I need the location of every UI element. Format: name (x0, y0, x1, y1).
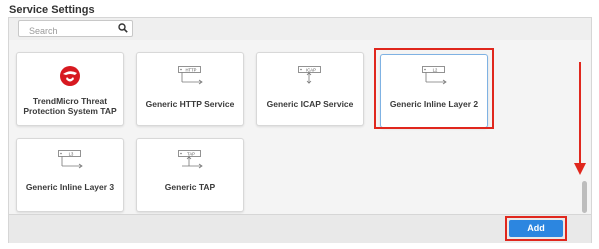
http-service-icon: HTTP (178, 66, 203, 85)
tile-generic-icap-service[interactable]: ICAP Generic ICAP Service (256, 52, 364, 126)
tile-label: TrendMicro Threat Protection System TAP (23, 96, 117, 116)
tile-generic-inline-layer-3[interactable]: L3 Generic Inline Layer 3 (16, 138, 124, 212)
svg-text:HTTP: HTTP (186, 67, 197, 72)
tile-label: Generic Inline Layer 3 (25, 182, 115, 192)
tile-trendmicro-tps-tap[interactable]: TrendMicro Threat Protection System TAP (16, 52, 124, 126)
tile-label: Generic HTTP Service (145, 99, 235, 109)
tile-generic-tap[interactable]: TAP Generic TAP (136, 138, 244, 212)
scroll-hint-arrow-icon (574, 163, 586, 175)
section-title: Service Settings (9, 4, 95, 16)
add-button[interactable]: Add (509, 220, 563, 237)
scroll-hint-arrow-line (579, 62, 581, 165)
scrollbar-thumb[interactable] (582, 181, 587, 213)
dialog-footer (9, 214, 591, 243)
svg-text:ICAP: ICAP (306, 67, 316, 72)
search-box[interactable] (18, 20, 133, 39)
search-icon[interactable] (118, 23, 128, 33)
svg-text:L3: L3 (69, 151, 74, 156)
svg-text:TAP: TAP (187, 151, 195, 156)
inline-layer3-icon: L3 (58, 150, 83, 169)
icap-service-icon: ICAP (298, 66, 321, 84)
tile-label: Generic TAP (164, 182, 216, 192)
trendmicro-logo-icon (60, 66, 80, 86)
selection-highlight-box (374, 48, 494, 129)
tile-generic-http-service[interactable]: HTTP Generic HTTP Service (136, 52, 244, 126)
tile-label: Generic ICAP Service (266, 99, 354, 109)
tap-icon: TAP (178, 150, 203, 169)
search-input[interactable] (19, 23, 124, 39)
